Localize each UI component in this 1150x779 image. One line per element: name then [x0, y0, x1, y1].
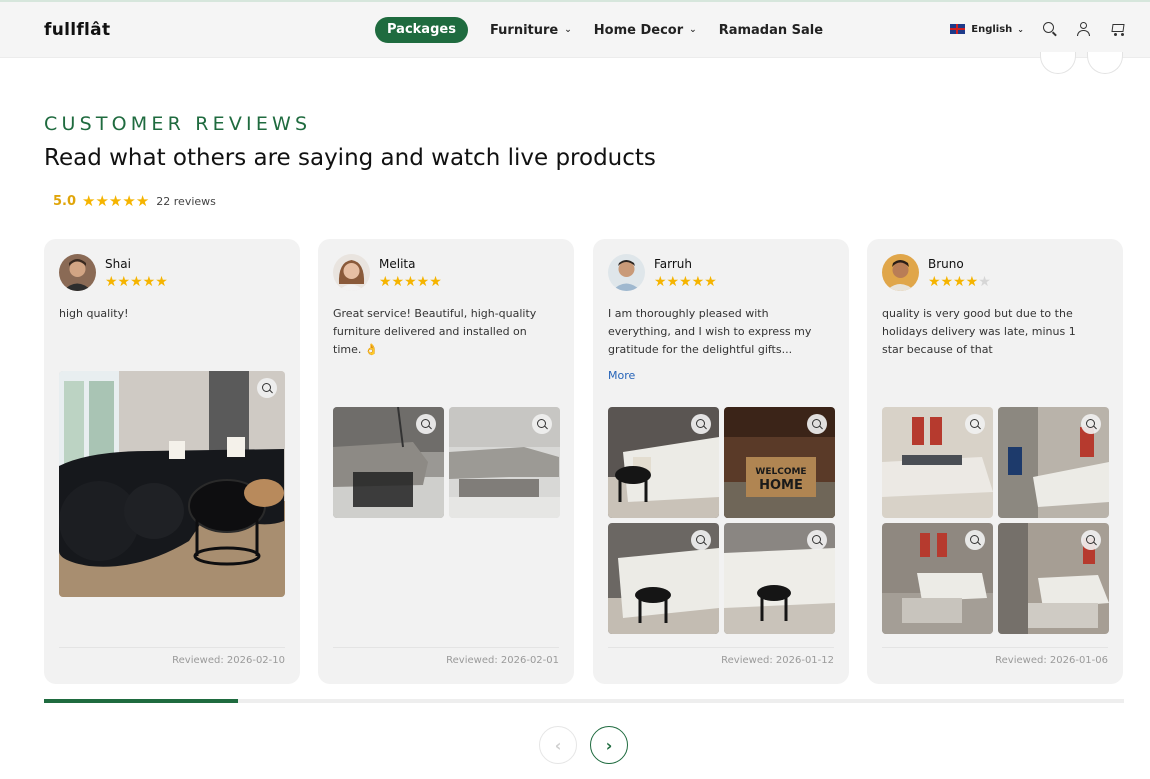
review-date: Reviewed: 2026-01-12	[721, 655, 834, 666]
carousel-progress-fill	[44, 699, 239, 703]
reviewer-name: Farruh	[654, 257, 693, 271]
review-photo[interactable]	[449, 407, 560, 518]
review-card: Shai ★★★★★ high quality! Reviewed: 2026-…	[44, 239, 300, 684]
review-text: quality is very good but due to the holi…	[882, 307, 1076, 356]
review-date: Reviewed: 2026-01-06	[995, 655, 1108, 666]
zoom-icon[interactable]	[691, 530, 711, 550]
main-nav: Packages Furniture ⌄ Home Decor ⌄ Ramada…	[375, 17, 823, 43]
review-photo[interactable]	[608, 523, 719, 634]
section-title: Read what others are saying and watch li…	[44, 145, 656, 171]
reviewer-name: Shai	[105, 257, 131, 271]
account-icon[interactable]	[1076, 21, 1092, 37]
review-stars: ★★★★★	[654, 274, 717, 290]
review-stars: ★★★★★	[105, 274, 168, 290]
section-eyebrow: CUSTOMER REVIEWS	[44, 113, 312, 135]
review-photo[interactable]	[724, 523, 835, 634]
language-label: English	[971, 23, 1013, 35]
reviewer-name: Melita	[379, 257, 416, 271]
prev-button[interactable]: ‹	[539, 726, 577, 764]
rating-summary: 5.0 ★★★★★ 22 reviews	[53, 193, 216, 209]
review-date: Reviewed: 2026-02-10	[172, 655, 285, 666]
avatar	[608, 254, 645, 291]
card-divider	[59, 647, 285, 648]
review-card: Melita ★★★★★ Great service! Beautiful, h…	[318, 239, 574, 684]
ghost-next-button[interactable]	[1087, 52, 1123, 74]
avatar	[59, 254, 96, 291]
review-date: Reviewed: 2026-02-01	[446, 655, 559, 666]
zoom-icon[interactable]	[257, 378, 277, 398]
chevron-down-icon: ⌄	[689, 25, 697, 35]
review-text: I am thoroughly pleased with everything,…	[608, 307, 812, 356]
doormat-text: WELCOME	[755, 467, 806, 477]
zoom-icon[interactable]	[416, 414, 436, 434]
zoom-icon[interactable]	[532, 414, 552, 434]
zoom-icon[interactable]	[807, 414, 827, 434]
chevron-down-icon: ⌄	[564, 25, 572, 35]
review-photo[interactable]: WELCOME HOME	[724, 407, 835, 518]
ghost-prev-button[interactable]	[1040, 52, 1076, 74]
review-stars: ★★★★★	[379, 274, 442, 290]
cart-icon[interactable]	[1110, 21, 1126, 37]
average-rating: 5.0	[53, 193, 77, 209]
review-photo[interactable]	[59, 371, 285, 597]
language-selector[interactable]: English ⌄	[950, 24, 1024, 35]
more-link[interactable]: More	[608, 369, 635, 382]
nav-home-decor[interactable]: Home Decor ⌄	[594, 17, 697, 43]
site-header: fullflât Packages Furniture ⌄ Home Decor…	[0, 0, 1150, 58]
reviews-count[interactable]: 22 reviews	[156, 195, 216, 208]
zoom-icon[interactable]	[807, 530, 827, 550]
zoom-icon[interactable]	[965, 530, 985, 550]
chevron-right-icon: ›	[605, 735, 613, 755]
review-photo[interactable]	[998, 407, 1109, 518]
logo[interactable]: fullflât	[44, 20, 110, 40]
nav-home-decor-label: Home Decor	[593, 22, 684, 38]
nav-packages[interactable]: Packages	[375, 17, 468, 43]
average-stars: ★★★★★	[82, 192, 150, 210]
zoom-icon[interactable]	[1081, 414, 1101, 434]
card-divider	[882, 647, 1108, 648]
chevron-left-icon: ‹	[554, 735, 562, 755]
card-divider	[333, 647, 559, 648]
card-divider	[608, 647, 834, 648]
review-photo[interactable]	[882, 523, 993, 634]
avatar	[333, 254, 370, 291]
review-photo[interactable]	[333, 407, 444, 518]
header-actions: English ⌄	[950, 21, 1126, 37]
chevron-down-icon: ⌄	[1017, 24, 1024, 34]
review-text: Great service! Beautiful, high-quality f…	[333, 307, 537, 356]
doormat-text: HOME	[759, 478, 803, 493]
nav-furniture-label: Furniture	[489, 22, 559, 38]
zoom-icon[interactable]	[691, 414, 711, 434]
next-button[interactable]: ›	[590, 726, 628, 764]
reviewer-name: Bruno	[928, 257, 964, 271]
uk-flag-icon	[950, 24, 966, 34]
review-card: Farruh ★★★★★ I am thoroughly pleased wit…	[593, 239, 849, 684]
zoom-icon[interactable]	[1081, 530, 1101, 550]
review-stars: ★★★★★	[928, 274, 991, 290]
nav-furniture[interactable]: Furniture ⌄	[490, 17, 572, 43]
carousel-progress	[44, 699, 1124, 703]
review-photo[interactable]	[998, 523, 1109, 634]
review-text: high quality!	[59, 307, 129, 320]
avatar	[882, 254, 919, 291]
search-icon[interactable]	[1042, 21, 1058, 37]
zoom-icon[interactable]	[965, 414, 985, 434]
review-photo[interactable]	[882, 407, 993, 518]
review-photo[interactable]	[608, 407, 719, 518]
review-card: Bruno ★★★★★ quality is very good but due…	[867, 239, 1123, 684]
nav-ramadan-sale[interactable]: Ramadan Sale	[719, 17, 823, 43]
